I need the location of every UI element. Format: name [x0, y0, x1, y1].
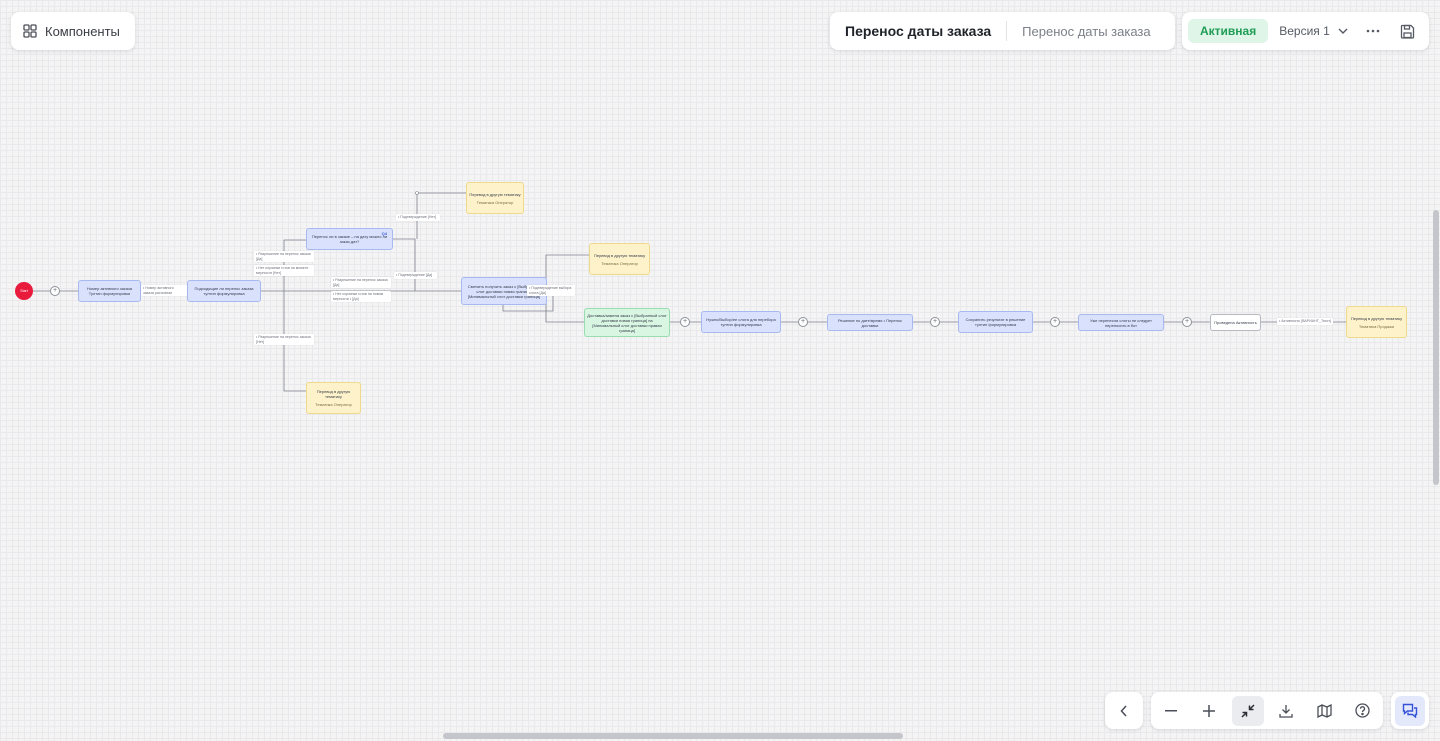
- flow-node[interactable]: Подходящие ли перенос заказа тултип форм…: [187, 280, 261, 302]
- condition-label[interactable]: • Подтверждение [Нет]: [396, 214, 440, 221]
- add-step-button[interactable]: +: [798, 317, 808, 327]
- node-label: Перенос ли в заказе – на дату можно ли з…: [311, 234, 388, 244]
- flow-node[interactable]: Сохранить результат в решение тултип фор…: [958, 311, 1033, 333]
- node-label: Перевод в другую тематику: [469, 191, 521, 197]
- node-label: Перевод в другую тематику: [316, 389, 351, 399]
- download-icon[interactable]: [1270, 696, 1302, 726]
- chat-panel: [1391, 692, 1429, 729]
- condition-label[interactable]: • Нет корзинки готов на момент мерности …: [254, 265, 314, 277]
- start-node[interactable]: Start: [15, 282, 33, 300]
- vertical-scrollbar[interactable]: [1433, 210, 1439, 485]
- condition-label[interactable]: • Нет корзинки готов на новом мерности •…: [331, 291, 391, 303]
- flow-node[interactable]: Q4 Перенос ли в заказе – на дату можно л…: [306, 228, 393, 250]
- flow-node[interactable]: Доставка/замена заказ с [Выбранный слот …: [584, 308, 670, 337]
- flow-node[interactable]: Уже перенесли слоты не следует переносит…: [1078, 314, 1164, 331]
- add-step-button[interactable]: +: [50, 286, 60, 296]
- condition-label[interactable]: • Разрешение на перенос заказа [Да]: [331, 277, 391, 289]
- condition-label[interactable]: • Подтверждение выбора слота [Да]: [527, 285, 575, 297]
- node-sublabel: Тематика Оператор: [315, 402, 352, 407]
- add-step-button[interactable]: +: [680, 317, 690, 327]
- zoom-controls: [1151, 692, 1383, 729]
- chat-icon[interactable]: [1395, 695, 1425, 726]
- condition-label[interactable]: • Разрешение на перенос заказа [Да]: [254, 251, 314, 263]
- add-step-button[interactable]: +: [930, 317, 940, 327]
- add-step-button[interactable]: +: [1182, 317, 1192, 327]
- help-icon[interactable]: [1347, 696, 1379, 726]
- flow-canvas[interactable]: Start + + + + + + Номер активного заказа…: [0, 0, 1440, 741]
- flow-node[interactable]: Перевод в другую тематику Тематика Прода…: [1346, 306, 1407, 338]
- map-icon[interactable]: [1309, 696, 1341, 726]
- flow-node[interactable]: Перевод в другую тематику Тематика Опера…: [306, 382, 361, 414]
- fit-view-icon[interactable]: [1231, 695, 1264, 726]
- chevron-left-icon: [1120, 704, 1128, 717]
- condition-label[interactable]: • Номер активного заказа распознан: [141, 285, 187, 297]
- node-sublabel: Тематика Оператор: [601, 260, 638, 266]
- node-badge: Q4: [381, 231, 387, 236]
- flow-node[interactable]: Номер активного заказа Тултип формулиров…: [78, 280, 141, 302]
- condition-label[interactable]: • Подтверждение [Да]: [394, 272, 437, 279]
- flow-node[interactable]: Решение по дате/время • Перенос доставки: [827, 314, 913, 331]
- flow-connectors: [33, 191, 1346, 392]
- zoom-out-icon[interactable]: [1155, 696, 1187, 726]
- zoom-in-icon[interactable]: [1193, 696, 1225, 726]
- node-sublabel: Тематика Оператор: [476, 199, 514, 205]
- add-step-button[interactable]: +: [1050, 317, 1060, 327]
- node-label: Перевод в другую тематику: [593, 252, 646, 258]
- node-label: Перевод в другую тематику: [1350, 315, 1403, 321]
- condition-label[interactable]: • Разрешение на перенос заказа [Нет]: [254, 334, 314, 346]
- flow-node[interactable]: Перевод в другую тематику Тематика Опера…: [466, 182, 524, 214]
- flow-node[interactable]: Перевод в другую тематику Тематика Опера…: [589, 243, 650, 275]
- flow-node[interactable]: Нужно/Выбор/ее слота для перебора тултип…: [701, 311, 781, 333]
- flow-node[interactable]: Проведена Активность: [1210, 314, 1261, 331]
- horizontal-scrollbar[interactable]: [443, 733, 903, 739]
- condition-label[interactable]: • Активность [ВАРИАНТ_Текст]: [1277, 318, 1333, 325]
- node-sublabel: Тематика Продажи: [1358, 323, 1395, 329]
- collapse-panel-button[interactable]: [1105, 692, 1143, 729]
